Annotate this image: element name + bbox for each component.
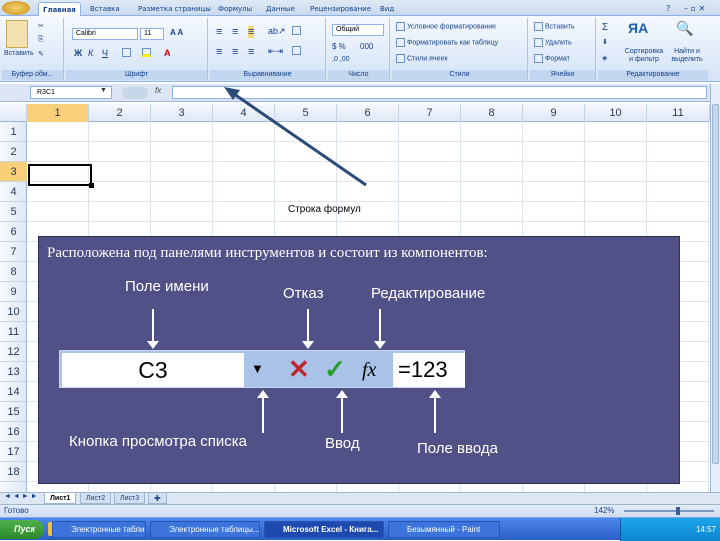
- windows-taskbar: Пуск Электронные таблицы... Электронные …: [0, 517, 720, 541]
- arrow-edit: [379, 309, 381, 345]
- zoom-input-field: =123: [393, 353, 465, 387]
- zoom-fx-icon: fx: [362, 359, 377, 381]
- sheet-tab-2[interactable]: Лист2: [80, 493, 112, 504]
- status-bar: Готово 142%: [0, 504, 720, 517]
- arrow-enter: [341, 397, 343, 433]
- new-sheet-icon[interactable]: ✚: [148, 493, 167, 504]
- sheet-tab-1[interactable]: Лист1: [44, 493, 77, 504]
- sheet-tab-3[interactable]: Лист3: [114, 493, 146, 504]
- formula-bar-zoom: C3 ▼ ✕ ✓ fx =123: [59, 350, 465, 388]
- explanation-panel: Расположена под панелями инструментов и …: [38, 236, 680, 484]
- zoom-slider-thumb[interactable]: [676, 507, 680, 515]
- arrow-dropdown: [262, 397, 264, 433]
- arrowhead: [302, 341, 314, 349]
- arrowhead: [147, 341, 159, 349]
- taskbar-item[interactable]: Электронные таблицы...: [150, 521, 260, 538]
- taskbar-item[interactable]: Электронные таблицы...: [52, 521, 146, 538]
- zoom-dropdown-icon: ▼: [251, 361, 264, 376]
- zoom-cancel-icon: ✕: [288, 354, 310, 384]
- label-cancel: Отказ: [283, 285, 324, 302]
- label-dropdown: Кнопка просмотра списка: [69, 433, 247, 450]
- label-input: Поле ввода: [417, 440, 498, 457]
- arrow-name-field: [152, 309, 154, 345]
- panel-title: Расположена под панелями инструментов и …: [47, 245, 488, 261]
- formula-bar-callout: Строка формул: [288, 204, 361, 215]
- arrowhead: [374, 341, 386, 349]
- zoom-name-box: C3: [62, 353, 244, 387]
- system-tray: 14:57: [620, 518, 720, 541]
- sheet-nav-arrows[interactable]: ◄ ◄ ► ►: [4, 493, 38, 500]
- status-text: Готово: [4, 506, 29, 515]
- label-name-field: Поле имени: [125, 278, 209, 295]
- arrow-cancel: [307, 309, 309, 345]
- label-enter: Ввод: [325, 435, 360, 452]
- zoom-enter-icon: ✓: [324, 354, 346, 384]
- clock: 14:57: [695, 525, 716, 534]
- taskbar-item-excel[interactable]: Microsoft Excel - Книга...: [264, 521, 384, 538]
- taskbar-item[interactable]: Безымянный - Paint: [388, 521, 500, 538]
- label-edit: Редактирование: [371, 285, 486, 302]
- sheet-tab-bar: ◄ ◄ ► ► Лист1 Лист2 Лист3 ✚: [0, 492, 720, 504]
- zoom-slider[interactable]: [624, 510, 714, 512]
- arrow-input: [434, 397, 436, 433]
- start-button[interactable]: Пуск: [0, 520, 44, 539]
- zoom-level[interactable]: 142%: [594, 505, 614, 517]
